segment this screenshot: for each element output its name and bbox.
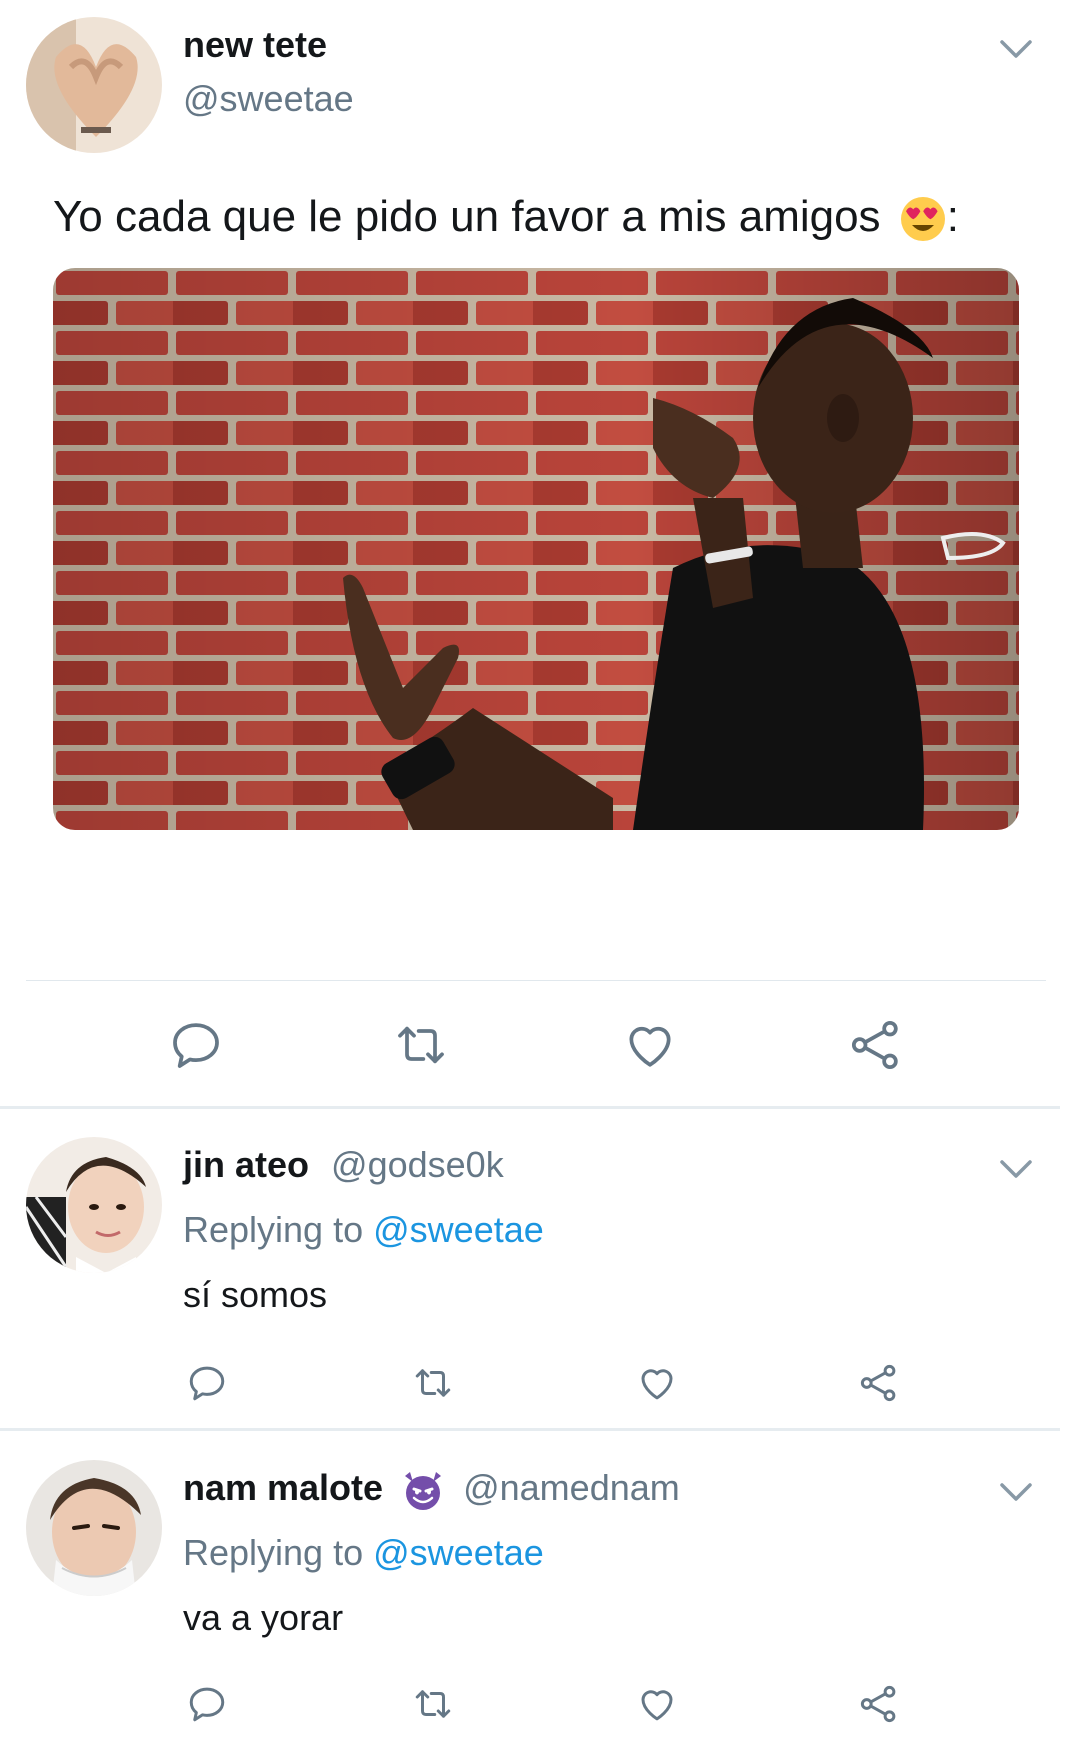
reply-text: sí somos — [183, 1274, 328, 1315]
smiling-devil-emoji-icon — [401, 1468, 445, 1512]
reply-button[interactable] — [186, 1683, 228, 1725]
like-button[interactable] — [636, 1362, 678, 1404]
author-handle[interactable]: @sweetae — [183, 78, 354, 120]
retweet-button[interactable] — [412, 1362, 454, 1404]
share-icon — [860, 1364, 896, 1402]
reply-text: va a yorar — [183, 1597, 344, 1638]
retweet-button[interactable] — [393, 1017, 449, 1073]
replying-to-link[interactable]: @sweetae — [373, 1532, 544, 1573]
heart-icon — [641, 1369, 673, 1400]
section-divider — [0, 1106, 1060, 1109]
reply-icon — [173, 1023, 219, 1068]
heart-icon — [629, 1026, 671, 1067]
reply-author-name[interactable]: jin ateo — [183, 1144, 309, 1185]
tweet-text: Yo cada que le pido un favor a mis amigo… — [53, 192, 959, 243]
replying-to-prefix: Replying to — [183, 1532, 364, 1573]
heart-eyes-emoji-icon — [899, 195, 947, 243]
section-divider — [0, 1428, 1060, 1431]
retweet-button[interactable] — [412, 1683, 454, 1725]
share-button[interactable] — [848, 1017, 904, 1073]
reply-author-handle[interactable]: @namednam — [463, 1467, 680, 1508]
brick-wall-photo-icon — [53, 268, 1019, 830]
tweet-photo[interactable] — [53, 268, 1019, 830]
reply-avatar[interactable] — [26, 1137, 162, 1273]
replying-to-link[interactable]: @sweetae — [373, 1209, 544, 1250]
heart-icon — [641, 1690, 673, 1721]
replying-to-line: Replying to @sweetae — [183, 1209, 544, 1251]
tweet-text-suffix: : — [946, 192, 960, 241]
reply-author-handle[interactable]: @godse0k — [331, 1144, 504, 1185]
reply-button[interactable] — [168, 1017, 224, 1073]
retweet-icon — [415, 1369, 451, 1397]
reply-header: jin ateo @godse0k — [183, 1144, 504, 1186]
reply-header: nam malote @namednam — [183, 1467, 680, 1512]
reply-icon — [189, 1366, 225, 1401]
share-button[interactable] — [858, 1362, 900, 1404]
reply-author-name[interactable]: nam malote — [183, 1467, 383, 1508]
reply-icon — [189, 1687, 225, 1722]
retweet-icon — [398, 1026, 444, 1064]
share-icon — [851, 1020, 898, 1070]
chevron-down-icon[interactable] — [996, 1148, 1036, 1188]
chevron-down-icon[interactable] — [996, 1471, 1036, 1511]
author-name[interactable]: new tete — [183, 24, 327, 66]
share-button[interactable] — [858, 1683, 900, 1725]
share-icon — [860, 1685, 896, 1723]
author-avatar[interactable] — [26, 17, 162, 153]
tweet-divider — [26, 980, 1046, 981]
tweet-text-body: Yo cada que le pido un favor a mis amigo… — [53, 192, 881, 241]
like-button[interactable] — [622, 1017, 678, 1073]
retweet-icon — [415, 1690, 451, 1718]
replying-to-line: Replying to @sweetae — [183, 1532, 544, 1574]
reply-avatar[interactable] — [26, 1460, 162, 1596]
reply-button[interactable] — [186, 1362, 228, 1404]
replying-to-prefix: Replying to — [183, 1209, 364, 1250]
like-button[interactable] — [636, 1683, 678, 1725]
chevron-down-icon[interactable] — [996, 28, 1036, 68]
